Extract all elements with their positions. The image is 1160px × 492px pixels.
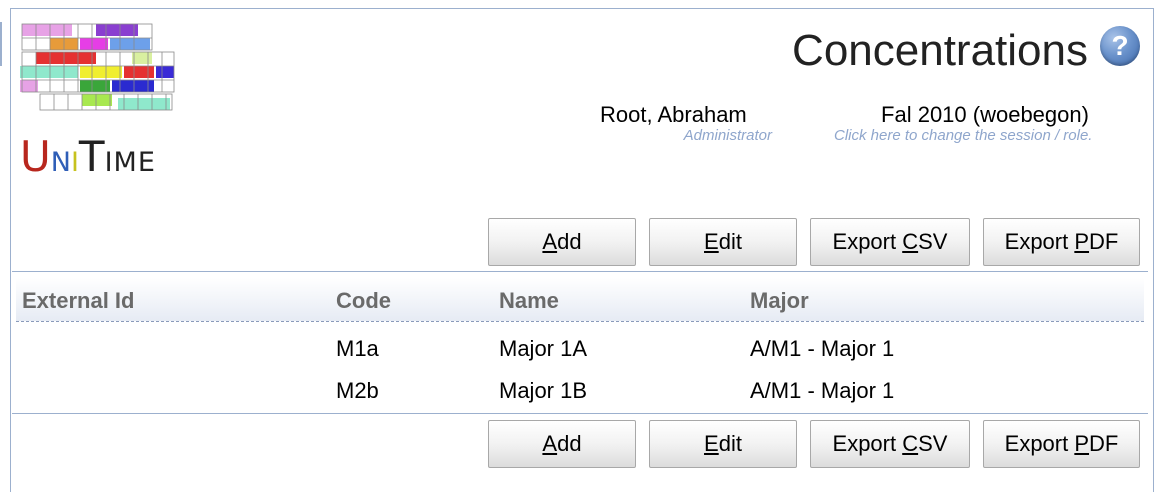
question-circle-icon[interactable]: ? (1100, 26, 1140, 66)
left-edge-marker (0, 22, 2, 66)
logo-letter-t: T (78, 132, 105, 181)
logo-letter-u: U (20, 132, 51, 181)
column-header-major[interactable]: Major (750, 288, 809, 314)
cell-name: Major 1B (499, 378, 588, 403)
unitime-logo[interactable]: UNITIME (20, 22, 180, 182)
cell-major: A/M1 - Major 1 (750, 378, 895, 403)
session-name[interactable]: Fal 2010 (woebegon) (835, 102, 1135, 128)
logo-timetable-graphic (20, 22, 176, 114)
export-csv-button[interactable]: Export CSV (810, 218, 970, 266)
export-csv-button[interactable]: Export CSV (810, 420, 970, 468)
bottom-divider (12, 413, 1148, 414)
logo-letter-n: N (50, 147, 71, 178)
bottom-button-bar: Add Edit Export CSV Export PDF (488, 420, 1140, 468)
export-pdf-button[interactable]: Export PDF (983, 420, 1140, 468)
user-role[interactable]: Administrator (600, 127, 772, 144)
logo-letters-ime: IME (104, 147, 156, 178)
session-change-hint[interactable]: Click here to change the session / role. (834, 127, 1092, 144)
cell-name: Major 1A (499, 336, 588, 361)
column-header-name[interactable]: Name (499, 288, 559, 314)
column-header-code[interactable]: Code (336, 288, 391, 314)
cell-major: A/M1 - Major 1 (750, 336, 895, 361)
edit-button[interactable]: Edit (649, 218, 797, 266)
add-button[interactable]: Add (488, 218, 636, 266)
page-title: Concentrations (792, 26, 1088, 75)
logo-letter-i: I (70, 147, 79, 178)
edit-button[interactable]: Edit (649, 420, 797, 468)
user-name[interactable]: Root, Abraham (600, 102, 747, 128)
top-button-bar: Add Edit Export CSV Export PDF (488, 218, 1140, 266)
cell-code: M1a (336, 336, 379, 361)
add-button[interactable]: Add (488, 420, 636, 468)
logo-wordmark: UNITIME (20, 132, 156, 192)
top-divider (12, 271, 1148, 272)
export-pdf-button[interactable]: Export PDF (983, 218, 1140, 266)
cell-code: M2b (336, 378, 379, 403)
table-header: External Id Code Name Major (16, 278, 1144, 322)
column-header-external-id[interactable]: External Id (22, 288, 134, 314)
